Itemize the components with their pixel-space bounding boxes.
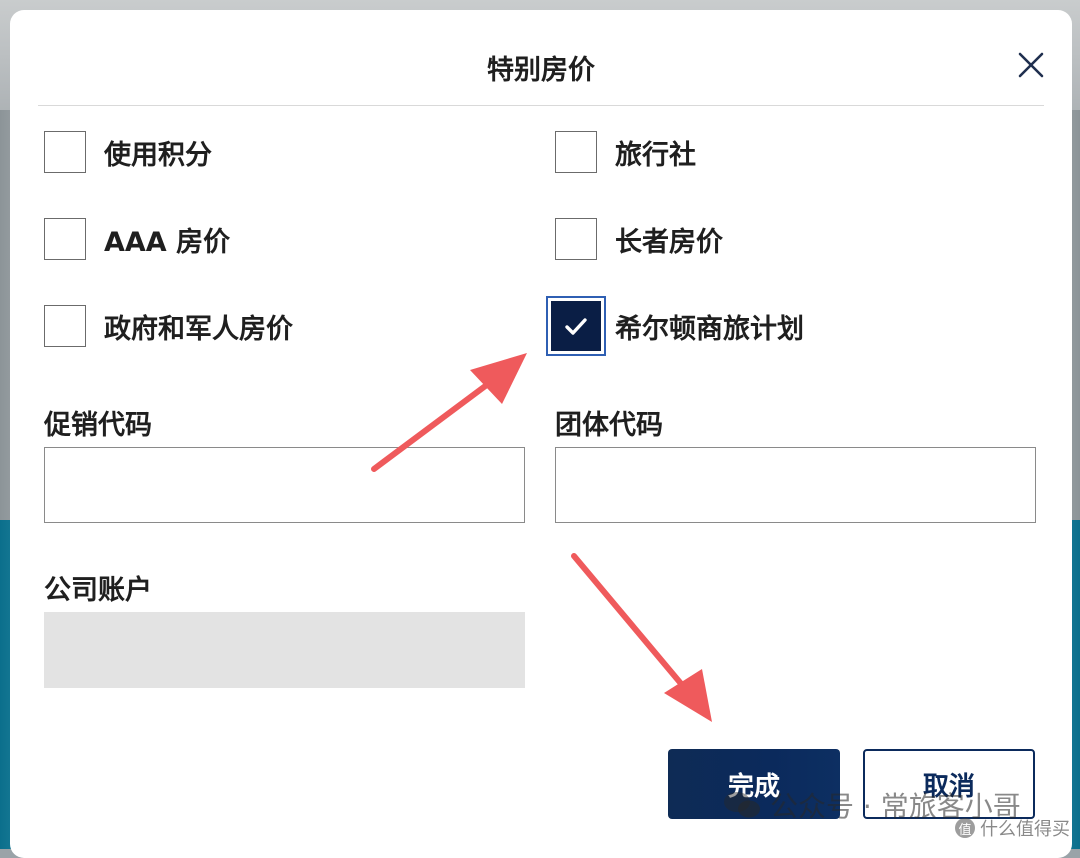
- checkbox-box[interactable]: [555, 131, 597, 173]
- wechat-icon: [724, 792, 760, 818]
- close-icon: [1018, 52, 1044, 78]
- checkbox-government-military-rate[interactable]: 政府和军人房价: [44, 305, 293, 347]
- special-rates-dialog: 特别房价 使用积分 旅行社 AAA 房价 长者房价 政府和军人房价 希尔顿商旅计: [10, 10, 1072, 858]
- watermark-secondary-text: 什么值得买: [980, 819, 1070, 840]
- zhi-badge-icon: 值: [955, 818, 975, 838]
- checkbox-box-checked[interactable]: [551, 301, 601, 351]
- checkbox-box[interactable]: [44, 131, 86, 173]
- checkbox-label: 希尔顿商旅计划: [615, 313, 804, 345]
- checkbox-hilton-business-program[interactable]: 希尔顿商旅计划: [551, 301, 804, 351]
- checkmark-icon: [565, 318, 587, 335]
- checkbox-label: AAA 房价: [104, 226, 231, 258]
- checkbox-aaa-rate[interactable]: AAA 房价: [44, 218, 230, 260]
- close-button[interactable]: [1014, 48, 1048, 82]
- corporate-account-label: 公司账户: [44, 575, 152, 606]
- dialog-title: 特别房价: [487, 55, 595, 86]
- checkbox-travel-agency[interactable]: 旅行社: [555, 131, 696, 173]
- checkbox-label: 旅行社: [615, 139, 696, 171]
- checkbox-box[interactable]: [44, 218, 86, 260]
- promo-code-input[interactable]: [44, 447, 525, 523]
- corporate-account-input: [44, 612, 525, 688]
- checkbox-box[interactable]: [44, 305, 86, 347]
- promo-code-label: 促销代码: [44, 410, 152, 441]
- checkbox-label: 政府和军人房价: [104, 313, 293, 345]
- checkbox-label: 使用积分: [104, 139, 212, 171]
- group-code-input[interactable]: [555, 447, 1036, 523]
- checkbox-senior-rate[interactable]: 长者房价: [555, 218, 723, 260]
- checkbox-use-points[interactable]: 使用积分: [44, 131, 212, 173]
- checkbox-box[interactable]: [555, 218, 597, 260]
- group-code-label: 团体代码: [555, 410, 663, 441]
- watermark-secondary: 值 什么值得买: [955, 815, 1070, 841]
- checkbox-label: 长者房价: [615, 226, 723, 258]
- title-divider: [38, 105, 1044, 106]
